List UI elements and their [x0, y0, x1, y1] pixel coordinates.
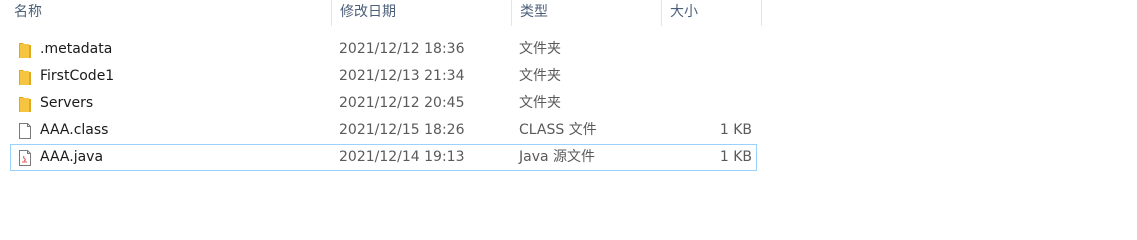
folder-icon — [19, 97, 31, 112]
file-type: 文件夹 — [519, 68, 561, 84]
file-icon — [19, 123, 31, 139]
file-modified-date: 2021/12/12 20:45 — [339, 95, 465, 111]
column-header-size[interactable]: 大小 — [662, 0, 761, 26]
file-size: 1 KB — [719, 149, 752, 165]
file-row[interactable]: AAA.class 2021/12/15 18:26 CLASS 文件 1 KB — [10, 117, 757, 144]
file-name: FirstCode1 — [40, 68, 115, 84]
column-header-name[interactable]: 名称 — [6, 0, 331, 26]
file-size — [661, 91, 752, 116]
folder-icon — [19, 43, 31, 58]
file-explorer: 名称 修改日期 类型 大小 .metadata 2021/12/12 18:36… — [0, 0, 1137, 240]
folder-icon — [19, 70, 31, 85]
file-type: 文件夹 — [519, 41, 561, 57]
file-size — [661, 37, 752, 62]
file-type: 文件夹 — [519, 95, 561, 111]
file-modified-date: 2021/12/15 18:26 — [339, 122, 465, 138]
file-size: 1 KB — [719, 122, 752, 138]
file-name: Servers — [40, 95, 94, 111]
file-type: CLASS 文件 — [519, 122, 597, 138]
file-modified-date: 2021/12/12 18:36 — [339, 41, 465, 57]
column-header-row: 名称 修改日期 类型 大小 — [0, 0, 762, 26]
file-list: .metadata 2021/12/12 18:36 文件夹 FirstCode… — [10, 36, 757, 171]
file-modified-date: 2021/12/13 21:34 — [339, 68, 465, 84]
column-header-type[interactable]: 类型 — [512, 0, 661, 26]
file-modified-date: 2021/12/14 19:13 — [339, 149, 465, 165]
file-name: AAA.java — [40, 149, 104, 165]
file-row[interactable]: FirstCode1 2021/12/13 21:34 文件夹 — [10, 63, 757, 90]
java-file-icon — [19, 150, 31, 166]
column-header-date[interactable]: 修改日期 — [332, 0, 511, 26]
file-size — [661, 64, 752, 89]
file-row[interactable]: Servers 2021/12/12 20:45 文件夹 — [10, 90, 757, 117]
file-name: AAA.class — [40, 122, 109, 138]
file-type: Java 源文件 — [519, 149, 596, 165]
file-row[interactable]: AAA.java 2021/12/14 19:13 Java 源文件 1 KB — [10, 144, 757, 171]
file-name: .metadata — [40, 41, 113, 57]
column-divider[interactable] — [761, 0, 762, 26]
file-row[interactable]: .metadata 2021/12/12 18:36 文件夹 — [10, 36, 757, 63]
